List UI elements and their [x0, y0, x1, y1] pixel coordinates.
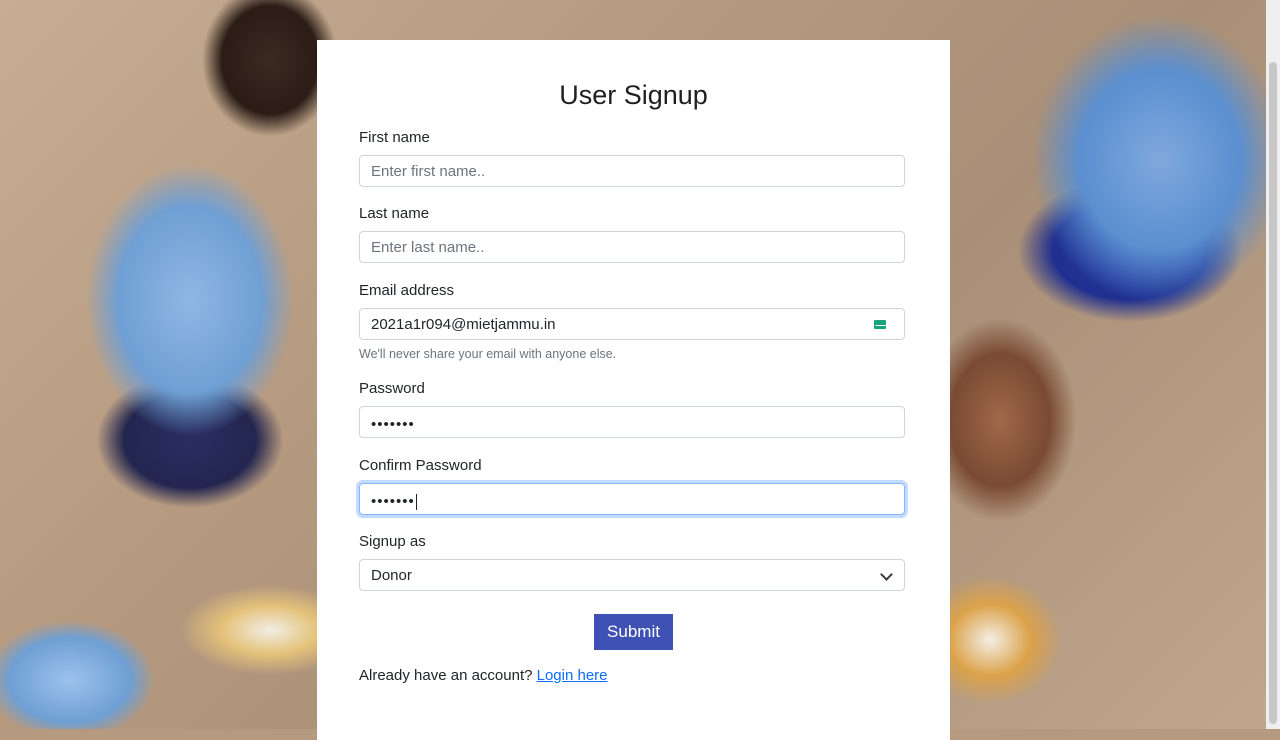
- last-name-input[interactable]: Enter last name..: [359, 231, 905, 263]
- first-name-placeholder: Enter first name..: [371, 163, 486, 180]
- confirm-password-label: Confirm Password: [359, 457, 482, 474]
- login-prompt-text: Already have an account?: [359, 667, 533, 684]
- first-name-input[interactable]: Enter first name..: [359, 155, 905, 187]
- confirm-password-input[interactable]: •••••••: [359, 483, 905, 515]
- confirm-password-value-wrap: •••••••: [371, 493, 417, 511]
- chevron-down-icon: [880, 568, 893, 581]
- signup-as-select[interactable]: Donor: [359, 559, 905, 591]
- signup-card: User Signup First name Enter first name.…: [317, 40, 950, 740]
- last-name-label: Last name: [359, 205, 430, 222]
- scrollbar-thumb[interactable]: [1269, 62, 1277, 724]
- email-value: 2021a1r094@mietjammu.in: [371, 316, 556, 333]
- email-label: Email address: [359, 282, 455, 299]
- login-prompt: Already have an account? Login here: [359, 667, 608, 684]
- submit-button[interactable]: Submit: [594, 614, 673, 650]
- password-input[interactable]: •••••••: [359, 406, 905, 438]
- password-label: Password: [359, 380, 425, 397]
- password-value: •••••••: [371, 416, 415, 433]
- login-link[interactable]: Login here: [537, 667, 608, 684]
- signup-as-selected: Donor: [371, 567, 412, 584]
- page-title: User Signup: [559, 80, 708, 110]
- email-input[interactable]: 2021a1r094@mietjammu.in: [359, 308, 905, 340]
- signup-as-label: Signup as: [359, 533, 426, 550]
- confirm-password-value: •••••••: [371, 493, 415, 510]
- first-name-label: First name: [359, 129, 430, 146]
- text-caret: [415, 494, 417, 511]
- scrollbar[interactable]: [1266, 0, 1280, 729]
- last-name-placeholder: Enter last name..: [371, 239, 485, 256]
- mail-icon: [874, 320, 886, 329]
- email-help-text: We'll never share your email with anyone…: [359, 347, 617, 361]
